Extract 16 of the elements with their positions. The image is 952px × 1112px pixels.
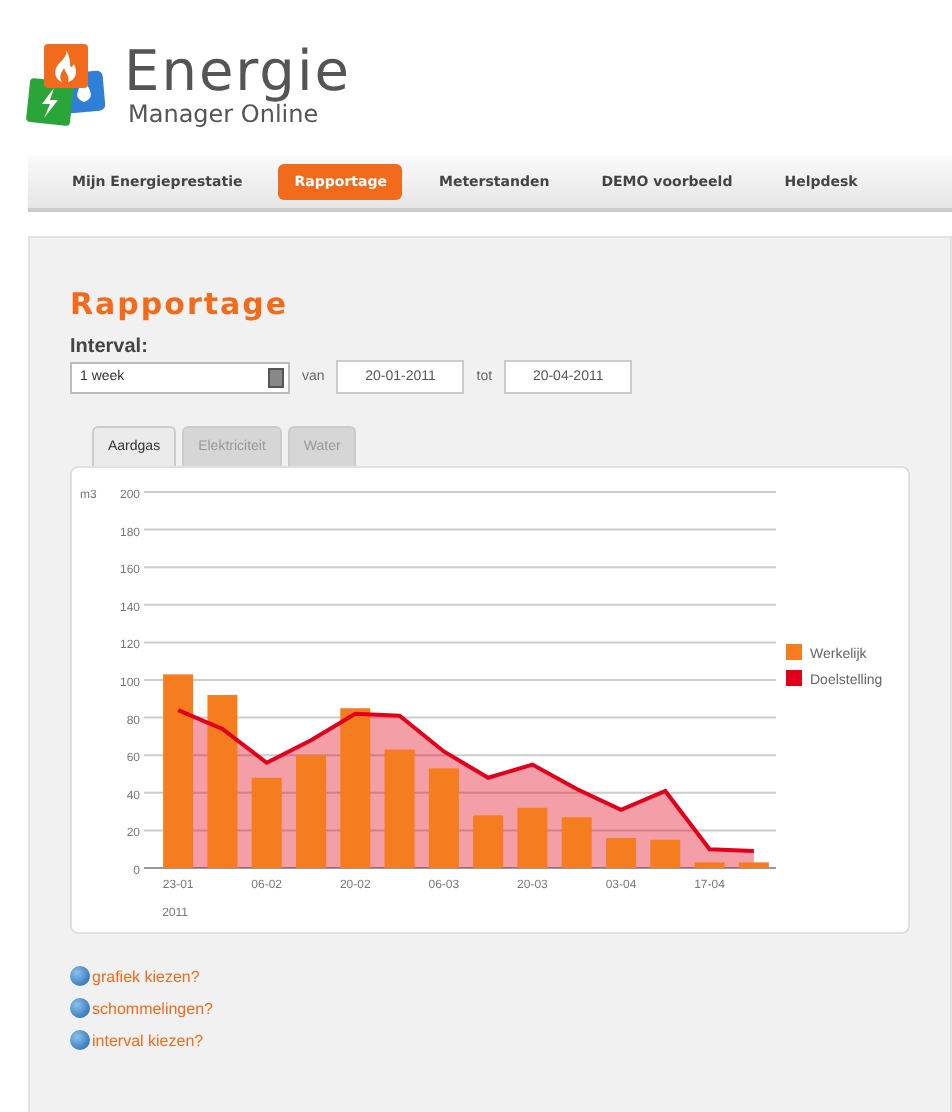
bar	[428, 768, 459, 868]
logo-subtitle: Manager Online	[128, 100, 319, 128]
bar	[561, 817, 592, 868]
bar	[517, 807, 548, 868]
bar	[384, 749, 415, 868]
bar	[694, 862, 725, 868]
caret-icon	[268, 367, 284, 387]
bar	[296, 755, 326, 868]
bar	[738, 862, 769, 868]
page-heading: Rapportage	[70, 286, 289, 322]
bar	[473, 815, 504, 868]
logo-title: Energie	[124, 44, 351, 100]
bar	[650, 839, 681, 868]
bar	[606, 837, 636, 868]
interval-label: Interval:	[70, 336, 148, 358]
bar	[251, 777, 282, 868]
